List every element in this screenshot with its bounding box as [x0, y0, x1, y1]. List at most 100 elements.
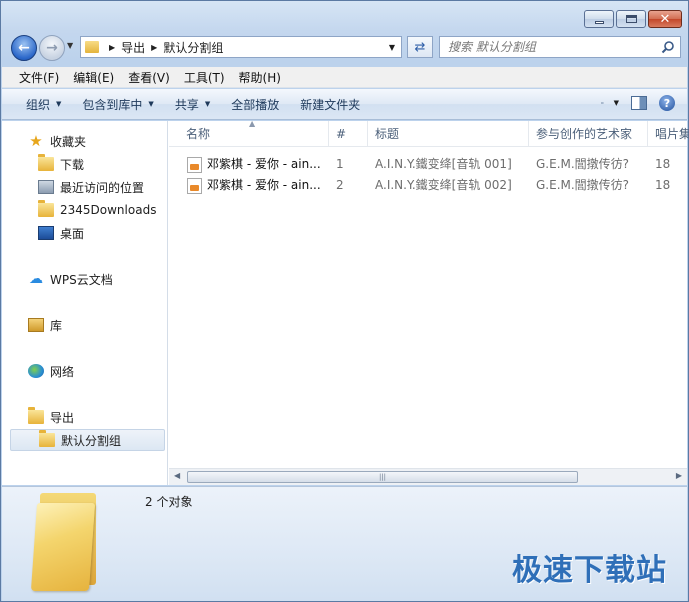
mp3-file-icon	[187, 177, 202, 194]
nav-2345downloads[interactable]: 2345Downloads	[2, 199, 156, 221]
search-icon[interactable]	[661, 40, 675, 54]
share-button[interactable]: 共享 ▼	[167, 96, 223, 113]
change-view-button[interactable]: ▼	[601, 96, 619, 110]
include-in-library-label: 包含到库中	[82, 97, 143, 112]
file-name-cell: 邓紫棋 - 爱你 - ain...	[187, 175, 329, 196]
menu-edit[interactable]: 编辑(E)	[66, 69, 121, 86]
details-view-icon	[601, 102, 604, 104]
column-header-artist[interactable]: 参与创作的艺术家	[536, 121, 648, 147]
folder-icon	[85, 41, 99, 53]
nav-downloads[interactable]: 下载	[2, 153, 84, 175]
help-icon[interactable]: ?	[659, 95, 675, 111]
item-count: 2 个对象	[145, 495, 193, 509]
organize-button[interactable]: 组织 ▼	[18, 96, 74, 113]
include-in-library-button[interactable]: 包含到库中 ▼	[74, 96, 166, 113]
minimize-icon	[594, 20, 604, 24]
large-folder-icon	[30, 493, 100, 591]
play-all-button[interactable]: 全部播放	[223, 96, 292, 113]
share-label: 共享	[174, 97, 199, 112]
content-area: ★ 收藏夹 下载 最近访问的位置 2345Downloads 桌面 ☁ WPS云文档…	[2, 119, 689, 485]
file-list: ▲ 名称 # 标题 参与创作的艺术家 唱片集 邓紫棋 - 爱你 - ain...…	[169, 119, 689, 485]
navigation-row: ← → ▼ ▶ 导出 ▶ 默认分割组 ▼ ⇄	[10, 34, 681, 61]
refresh-button[interactable]: ⇄	[407, 36, 433, 58]
nav-label: 默认分割组	[61, 433, 122, 448]
track-title: A.I.N.Y.鐵变绛[音轨 002]	[375, 178, 512, 192]
address-bar[interactable]: ▶ 导出 ▶ 默认分割组 ▼	[80, 36, 402, 58]
address-dropdown-icon[interactable]: ▼	[389, 43, 395, 52]
view-controls: ▼ ?	[601, 95, 675, 111]
scrollbar-thumb[interactable]: |||	[187, 471, 578, 483]
navigation-pane: ★ 收藏夹 下载 最近访问的位置 2345Downloads 桌面 ☁ WPS云文档…	[2, 121, 168, 485]
breadcrumb-export[interactable]: 导出	[121, 39, 145, 56]
maximize-button[interactable]	[616, 10, 646, 28]
explorer-window: ✕ ← → ▼ ▶ 导出 ▶ 默认分割组 ▼ ⇄ 文件(F) 编辑(E) 查看(…	[0, 0, 689, 602]
nav-label: 2345Downloads	[60, 203, 157, 217]
nav-default-group[interactable]: 默认分割组	[10, 429, 165, 451]
track-artist: G.E.M.閭撴传彷?	[536, 157, 630, 171]
organize-label: 组织	[26, 97, 51, 112]
folder-icon	[39, 430, 55, 447]
scroll-right-icon[interactable]: ▶	[676, 471, 682, 480]
column-header-album[interactable]: 唱片集	[655, 121, 689, 147]
horizontal-scrollbar[interactable]: ◀ ||| ▶	[169, 468, 687, 485]
chevron-down-icon: ▼	[204, 100, 211, 108]
command-bar: 组织 ▼ 包含到库中 ▼ 共享 ▼ 全部播放 新建文件夹 ▼ ?	[2, 89, 687, 120]
forward-button[interactable]: →	[39, 35, 65, 61]
minimize-button[interactable]	[584, 10, 614, 28]
track-number: 1	[336, 157, 344, 171]
desktop-icon	[38, 226, 54, 240]
folder-icon	[28, 407, 44, 424]
column-header-number[interactable]: #	[336, 121, 368, 147]
menu-file[interactable]: 文件(F)	[12, 69, 66, 86]
back-button[interactable]: ←	[11, 35, 37, 61]
new-folder-button[interactable]: 新建文件夹	[292, 96, 373, 113]
menu-view[interactable]: 查看(V)	[121, 69, 177, 86]
nav-wps-cloud[interactable]: ☁ WPS云文档	[2, 268, 113, 290]
close-button[interactable]: ✕	[648, 10, 682, 28]
recent-places-icon	[38, 180, 54, 194]
details-pane: 2 个对象 极速下载站	[2, 486, 687, 601]
search-box[interactable]	[439, 36, 681, 58]
menu-tools[interactable]: 工具(T)	[177, 69, 232, 86]
table-row[interactable]: 邓紫棋 - 爱你 - ain... 1 A.I.N.Y.鐵变绛[音轨 001] …	[169, 154, 687, 175]
arrow-left-icon: ←	[18, 40, 30, 56]
network-icon	[28, 364, 44, 378]
track-artist: G.E.M.閭撴传彷?	[536, 178, 630, 192]
nav-recent-places[interactable]: 最近访问的位置	[2, 176, 144, 198]
nav-desktop[interactable]: 桌面	[2, 222, 84, 244]
nav-label: 下载	[60, 157, 85, 172]
folder-icon	[38, 154, 54, 171]
track-number: 2	[336, 178, 344, 192]
close-icon: ✕	[659, 11, 671, 27]
history-dropdown[interactable]: ▼	[67, 41, 73, 50]
chevron-down-icon[interactable]: ▼	[614, 99, 619, 107]
nav-label: 最近访问的位置	[60, 180, 145, 195]
chevron-down-icon: ▼	[56, 100, 62, 108]
nav-favorites[interactable]: ★ 收藏夹	[2, 130, 86, 152]
column-headers: ▲ 名称 # 标题 参与创作的艺术家 唱片集	[169, 119, 689, 147]
preview-pane-icon[interactable]	[631, 96, 647, 110]
cloud-icon: ☁	[29, 271, 43, 287]
nav-export[interactable]: 导出	[2, 406, 74, 428]
scroll-left-icon[interactable]: ◀	[174, 471, 180, 480]
nav-label: WPS云文档	[50, 272, 113, 287]
menu-help[interactable]: 帮助(H)	[232, 69, 288, 86]
nav-label: 收藏夹	[50, 134, 87, 149]
refresh-icon: ⇄	[414, 39, 426, 55]
breadcrumb-separator-icon[interactable]: ▶	[109, 43, 115, 52]
caption-buttons: ✕	[584, 10, 682, 28]
search-input[interactable]	[448, 40, 648, 54]
file-name: 邓紫棋 - 爱你 - ain...	[207, 157, 321, 171]
nav-network[interactable]: 网络	[2, 360, 74, 382]
table-row[interactable]: 邓紫棋 - 爱你 - ain... 2 A.I.N.Y.鐵变绛[音轨 002] …	[169, 175, 687, 196]
breadcrumb-separator-icon[interactable]: ▶	[151, 43, 157, 52]
star-icon: ★	[29, 132, 43, 150]
nav-label: 导出	[50, 410, 75, 425]
column-header-name[interactable]: 名称	[186, 121, 329, 147]
breadcrumb-default-group[interactable]: 默认分割组	[163, 39, 223, 56]
column-header-title[interactable]: 标题	[375, 121, 529, 147]
nav-label: 桌面	[60, 226, 85, 241]
track-title: A.I.N.Y.鐵变绛[音轨 001]	[375, 157, 512, 171]
maximize-icon	[625, 15, 637, 23]
nav-libraries[interactable]: 库	[2, 314, 62, 336]
